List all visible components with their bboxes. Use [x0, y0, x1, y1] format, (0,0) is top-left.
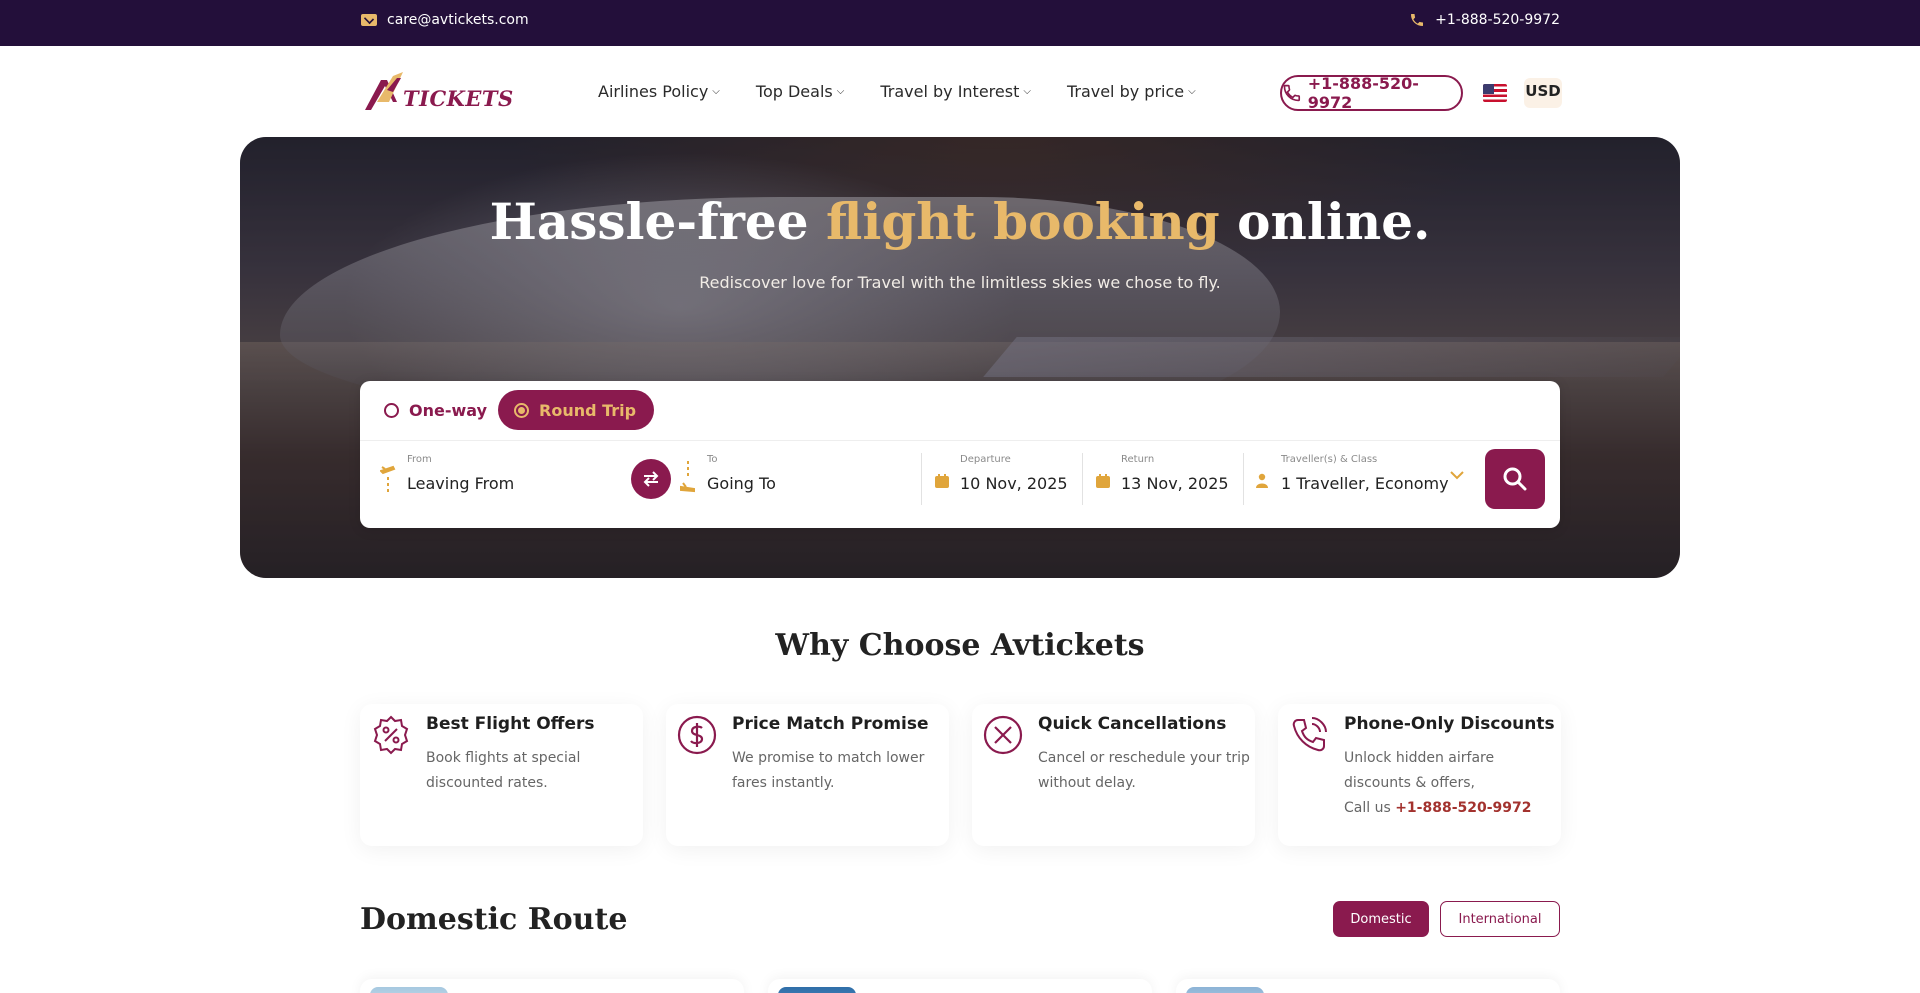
- nav-top-deals[interactable]: Top Deals ⌵: [756, 82, 844, 101]
- dollar-circle-icon: [677, 715, 717, 755]
- site-logo[interactable]: TICKETS: [363, 72, 513, 114]
- trip-type-round-trip[interactable]: Round Trip: [498, 390, 655, 430]
- takeoff-icon: [380, 465, 396, 493]
- feature-title: Price Match Promise: [732, 714, 929, 734]
- feature-card-quick-cancellations: Quick Cancellations Cancel or reschedule…: [972, 704, 1255, 846]
- phone-button-label: +1-888-520-9972: [1307, 74, 1419, 112]
- phone-icon: [1411, 14, 1424, 26]
- route-card-image: [370, 987, 448, 993]
- chevron-down-icon[interactable]: [1450, 470, 1464, 480]
- phone-call-icon: [1283, 84, 1301, 102]
- feature-title: Best Flight Offers: [426, 714, 595, 734]
- top-contact-bar: care@avtickets.com +1-888-520-9972: [0, 0, 1920, 46]
- route-card[interactable]: [768, 979, 1152, 993]
- swap-locations-button[interactable]: [631, 459, 671, 499]
- flight-search-form: One-way Round Trip From Leaving From To …: [360, 381, 1560, 528]
- hero-title: Hassle-free flight booking online.: [240, 192, 1680, 251]
- topbar-email[interactable]: care@avtickets.com: [361, 12, 529, 28]
- feature-call-prefix: Call us: [1344, 800, 1396, 816]
- radio-icon: [384, 402, 399, 418]
- travellers-value: 1 Traveller, Economy: [1281, 474, 1449, 493]
- hero-title-highlight: flight booking: [825, 192, 1220, 251]
- route-section-title: Domestic Route: [360, 902, 628, 937]
- feature-title: Phone-Only Discounts: [1344, 714, 1555, 734]
- nav-label: Airlines Policy: [598, 82, 709, 101]
- feature-card-best-offers: Best Flight Offers Book flights at speci…: [360, 704, 643, 846]
- feature-phone-link[interactable]: +1-888-520-9972: [1395, 800, 1531, 816]
- landing-icon: [680, 461, 695, 493]
- topbar-phone[interactable]: +1-888-520-9972: [1409, 12, 1560, 28]
- chevron-down-icon: ⌵: [836, 86, 845, 97]
- feature-description: Unlock hidden airfare discounts & offers…: [1344, 746, 1556, 821]
- cancel-circle-icon: [983, 715, 1023, 755]
- feature-description: We promise to match lower fares instantl…: [732, 750, 925, 791]
- route-card-image: [778, 987, 856, 993]
- nav-label: Top Deals: [755, 82, 833, 101]
- divider: [1243, 453, 1244, 505]
- divider: [921, 453, 922, 505]
- trip-type-row: One-way Round Trip: [360, 381, 1560, 441]
- currency-selector[interactable]: USD: [1524, 78, 1562, 108]
- tab-domestic[interactable]: Domestic: [1333, 901, 1429, 937]
- topbar-email-text[interactable]: care@avtickets.com: [387, 12, 529, 28]
- from-value: Leaving From: [407, 474, 515, 493]
- return-value: 13 Nov, 2025: [1121, 474, 1229, 493]
- trip-type-one-way[interactable]: One-way: [360, 390, 505, 430]
- route-card[interactable]: [1176, 979, 1560, 993]
- nav-label: Travel by Interest: [880, 82, 1020, 101]
- route-card-image: [1186, 987, 1264, 993]
- nav-airlines-policy[interactable]: Airlines Policy ⌵: [598, 82, 720, 101]
- trip-type-label: Round Trip: [539, 400, 637, 420]
- from-label: From: [407, 454, 432, 465]
- hero-title-part2: online.: [1219, 192, 1431, 251]
- swap-arrows-icon: [643, 471, 659, 487]
- return-label: Return: [1121, 454, 1155, 465]
- return-field[interactable]: Return 13 Nov, 2025: [1121, 454, 1251, 510]
- to-label: To: [707, 454, 718, 465]
- phone-call-icon: [1292, 717, 1327, 752]
- us-flag-icon[interactable]: [1483, 84, 1507, 102]
- logo-text: TICKETS: [403, 86, 514, 111]
- feature-description-text: Unlock hidden airfare discounts & offers…: [1344, 750, 1495, 791]
- feature-title: Quick Cancellations: [1038, 714, 1227, 734]
- mail-icon: [361, 14, 377, 26]
- travellers-class-field[interactable]: Traveller(s) & Class 1 Traveller, Econom…: [1281, 454, 1449, 510]
- departure-value: 10 Nov, 2025: [960, 474, 1068, 493]
- search-icon: [1503, 467, 1527, 491]
- feature-card-price-match: Price Match Promise We promise to match …: [666, 704, 949, 846]
- main-nav: Airlines Policy ⌵ Top Deals ⌵ Travel by …: [598, 82, 1196, 101]
- topbar-phone-text[interactable]: +1-888-520-9972: [1435, 12, 1560, 28]
- chevron-down-icon: ⌵: [1188, 86, 1196, 97]
- departure-label: Departure: [960, 454, 1011, 465]
- chevron-down-icon: ⌵: [1023, 86, 1031, 97]
- to-value: Going To: [707, 474, 776, 493]
- to-field[interactable]: To Going To: [707, 454, 907, 510]
- divider: [1082, 453, 1083, 505]
- hero-title-part1: Hassle-free: [489, 192, 826, 251]
- discount-badge-icon: [373, 715, 409, 755]
- nav-travel-by-interest[interactable]: Travel by Interest ⌵: [880, 82, 1031, 101]
- feature-description: Book flights at special discounted rates…: [426, 750, 581, 791]
- radio-selected-icon: [514, 402, 529, 418]
- trip-type-label: One-way: [409, 400, 487, 420]
- nav-travel-by-price[interactable]: Travel by price ⌵: [1067, 82, 1196, 101]
- nav-label: Travel by price: [1066, 82, 1185, 101]
- travellers-label: Traveller(s) & Class: [1281, 454, 1378, 465]
- calendar-icon: [935, 474, 949, 488]
- hero-subtitle: Rediscover love for Travel with the limi…: [699, 273, 1221, 292]
- chevron-down-icon: ⌵: [712, 86, 720, 97]
- why-choose-title: Why Choose Avtickets: [775, 628, 1145, 663]
- main-header: TICKETS Airlines Policy ⌵ Top Deals ⌵ Tr…: [0, 46, 1920, 136]
- from-field[interactable]: From Leaving From: [407, 454, 617, 510]
- feature-description: Cancel or reschedule your trip without d…: [1038, 750, 1250, 791]
- search-flights-button[interactable]: [1485, 449, 1545, 509]
- tab-international[interactable]: International: [1440, 901, 1560, 937]
- feature-card-phone-discounts: Phone-Only Discounts Unlock hidden airfa…: [1278, 704, 1561, 846]
- departure-field[interactable]: Departure 10 Nov, 2025: [960, 454, 1090, 510]
- route-card[interactable]: [360, 979, 744, 993]
- calendar-icon: [1096, 474, 1110, 488]
- person-icon: [1256, 473, 1268, 488]
- call-phone-button[interactable]: +1-888-520-9972: [1280, 74, 1463, 112]
